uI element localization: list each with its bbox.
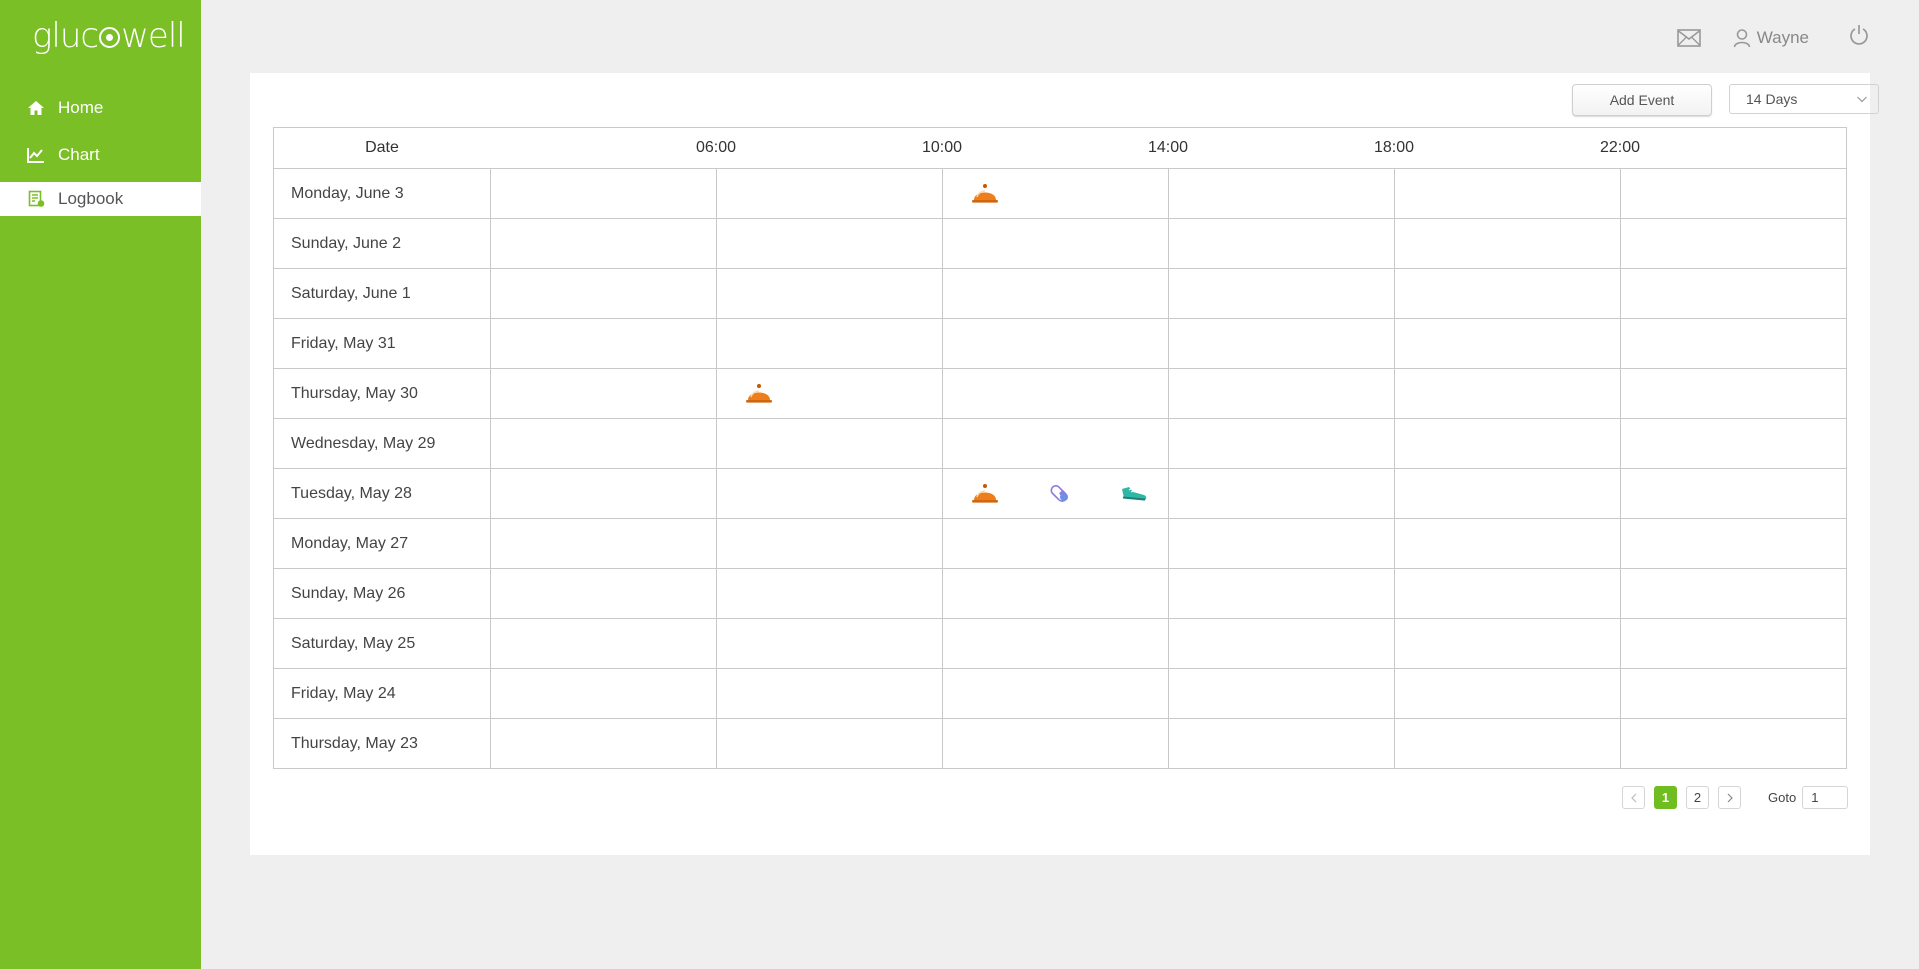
sidebar-item-home[interactable]: Home: [0, 84, 201, 131]
shoe-icon[interactable]: [1119, 481, 1149, 505]
row-date-label: Monday, June 3: [291, 185, 404, 202]
table-row[interactable]: Friday, May 24: [274, 669, 1846, 719]
chevron-right-icon: [1727, 793, 1733, 802]
sidebar-item-label: Chart: [58, 144, 100, 164]
logo-text-post: well: [121, 16, 186, 56]
page-button-2[interactable]: 2: [1686, 786, 1709, 809]
row-date-label: Sunday, June 2: [291, 235, 402, 252]
sidebar-item-chart[interactable]: Chart: [0, 131, 201, 178]
row-date-label: Thursday, May 30: [291, 385, 418, 402]
date-range-select[interactable]: 14 Days: [1729, 84, 1879, 114]
row-date-label: Saturday, June 1: [291, 285, 411, 302]
meal-icon[interactable]: [970, 481, 1000, 505]
mail-icon[interactable]: [1676, 28, 1701, 48]
row-date-label: Sunday, May 26: [291, 585, 406, 602]
date-range-value: 14 Days: [1746, 91, 1798, 107]
page-button-1[interactable]: 1: [1654, 786, 1677, 809]
logbook-icon: [26, 190, 46, 208]
time-tick-label: 14:00: [1147, 139, 1189, 156]
table-row[interactable]: Friday, May 31: [274, 319, 1846, 369]
table-row[interactable]: Wednesday, May 29: [274, 419, 1846, 469]
chevron-down-icon: [1857, 96, 1867, 103]
logo-o-mark: [99, 27, 121, 48]
row-date-label: Tuesday, May 28: [291, 485, 412, 502]
pill-icon[interactable]: [1044, 481, 1074, 505]
row-date-label: Friday, May 31: [291, 335, 396, 352]
time-tick-label: 06:00: [695, 139, 737, 156]
chart-icon: [26, 146, 46, 164]
topbar: Wayne: [201, 0, 1919, 72]
logo-text-pre: gluc: [32, 16, 99, 56]
sidebar-nav: Home Chart Logbook: [0, 84, 201, 216]
table-row[interactable]: Sunday, May 26: [274, 569, 1846, 619]
time-tick-label: 18:00: [1373, 139, 1415, 156]
time-tick-label: 22:00: [1599, 139, 1641, 156]
table-row[interactable]: Tuesday, May 28: [274, 469, 1846, 519]
row-date-label: Wednesday, May 29: [291, 435, 436, 452]
table-row[interactable]: Sunday, June 2: [274, 219, 1846, 269]
time-tick-label: 10:00: [921, 139, 963, 156]
row-date-label: Saturday, May 25: [291, 635, 416, 652]
user-name: Wayne: [1756, 27, 1809, 47]
grid-header: Date 06:00 10:00 14:00 18:00 22:00: [274, 128, 1846, 169]
sidebar-item-logbook[interactable]: Logbook: [0, 182, 201, 216]
table-row[interactable]: Saturday, May 25: [274, 619, 1846, 669]
table-row[interactable]: Saturday, June 1: [274, 269, 1846, 319]
table-row[interactable]: Monday, May 27: [274, 519, 1846, 569]
logbook-panel: Add Event 14 Days Date 06:00 10:00 14:00 18…: [250, 73, 1879, 855]
next-page-button[interactable]: [1718, 786, 1741, 809]
chevron-left-icon: [1630, 793, 1636, 802]
pagination: 1 2 Goto: [1622, 786, 1849, 809]
power-icon[interactable]: [1849, 24, 1869, 51]
user-icon: [1733, 28, 1751, 47]
sidebar: gluc well Home Chart Logbook: [0, 0, 201, 969]
home-icon: [26, 99, 46, 117]
glucowell-logo[interactable]: gluc well: [32, 16, 186, 56]
table-row[interactable]: Monday, June 3: [274, 169, 1846, 219]
goto-label: Goto: [1768, 790, 1797, 805]
logbook-grid: Date 06:00 10:00 14:00 18:00 22:00 Monday, J…: [273, 127, 1847, 769]
table-row[interactable]: Thursday, May 30: [274, 369, 1846, 419]
sidebar-item-label: Home: [58, 97, 104, 117]
table-row[interactable]: Thursday, May 23: [274, 719, 1846, 769]
row-date-label: Monday, May 27: [291, 535, 409, 552]
add-event-button[interactable]: Add Event: [1572, 84, 1712, 116]
row-date-label: Thursday, May 23: [291, 735, 418, 752]
row-date-label: Friday, May 24: [291, 685, 396, 702]
sidebar-item-label: Logbook: [58, 189, 124, 208]
meal-icon[interactable]: [970, 181, 1000, 205]
date-column-header: Date: [365, 139, 399, 156]
goto-page-input[interactable]: [1802, 786, 1849, 809]
meal-icon[interactable]: [744, 381, 774, 405]
prev-page-button[interactable]: [1622, 786, 1645, 809]
user-menu[interactable]: Wayne: [1733, 28, 1809, 48]
topbar-icons: Wayne: [1676, 24, 1869, 51]
